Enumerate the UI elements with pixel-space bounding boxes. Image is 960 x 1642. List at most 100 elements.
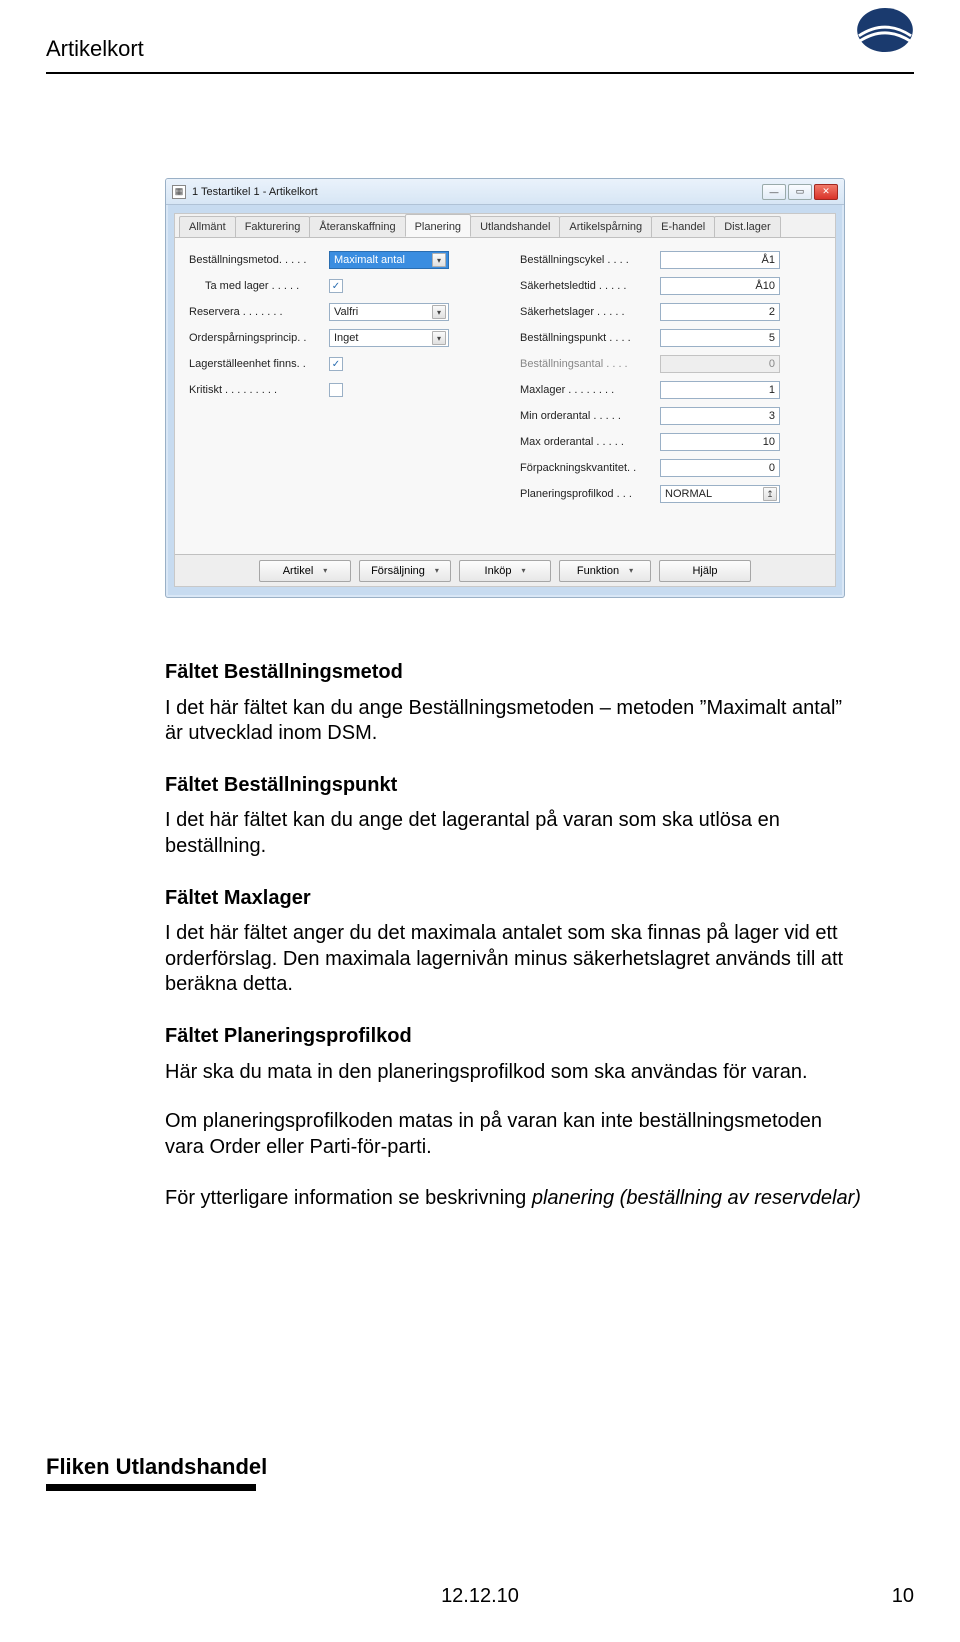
input-bestallningscykel[interactable]: Å1 <box>660 251 780 269</box>
para-more-info-em: planering (beställning av reservdelar) <box>532 1187 861 1209</box>
btn-label: Hjälp <box>692 565 717 577</box>
para-more-info: För ytterligare information se beskrivni… <box>165 1186 865 1212</box>
row-sakerhetsledtid: Säkerhetsledtid . . . . . Å10 <box>520 276 821 296</box>
row-max-orderantal: Max orderantal . . . . . 10 <box>520 432 821 452</box>
checkbox-kritiskt[interactable] <box>329 383 343 397</box>
input-max-orderantal[interactable]: 10 <box>660 433 780 451</box>
window-buttons: — ▭ ✕ <box>762 184 838 200</box>
chevron-down-icon: ▾ <box>323 566 327 575</box>
row-bestallningsmetod: Beställningsmetod. . . . . Maximalt anta… <box>189 250 490 270</box>
tab-distlager[interactable]: Dist.lager <box>714 216 780 237</box>
lookup-value: NORMAL <box>665 486 712 502</box>
checkbox-lagerstalleenhet[interactable]: ✓ <box>329 357 343 371</box>
company-logo <box>856 6 914 54</box>
combo-reservera[interactable]: Valfri ▾ <box>329 303 449 321</box>
label-maxlager: Maxlager . . . . . . . . <box>520 384 660 396</box>
chevron-down-icon: ▾ <box>435 566 439 575</box>
tab-ateranskaffning[interactable]: Återanskaffning <box>309 216 405 237</box>
row-kritiskt: Kritiskt . . . . . . . . . <box>189 380 490 400</box>
chevron-down-icon: ▾ <box>432 331 446 345</box>
heading-bestallningspunkt: Fältet Beställningspunkt <box>165 773 865 799</box>
label-min-orderantal: Min orderantal . . . . . <box>520 410 660 422</box>
maximize-button[interactable]: ▭ <box>788 184 812 200</box>
row-maxlager: Maxlager . . . . . . . . 1 <box>520 380 821 400</box>
row-planeringsprofilkod: Planeringsprofilkod . . . NORMAL ↥ <box>520 484 821 504</box>
btn-hjalp[interactable]: Hjälp <box>659 560 751 582</box>
input-sakerhetslager[interactable]: 2 <box>660 303 780 321</box>
para-more-info-a: För ytterligare information se beskrivni… <box>165 1187 532 1209</box>
minimize-button[interactable]: — <box>762 184 786 200</box>
tab-utlandshandel[interactable]: Utlandshandel <box>470 216 560 237</box>
btn-label: Inköp <box>485 565 512 577</box>
btn-inkop[interactable]: Inköp ▾ <box>459 560 551 582</box>
combo-ordersparningsprincip[interactable]: Inget ▾ <box>329 329 449 347</box>
label-lagerstalleenhet: Lagerställeenhet finns. . <box>189 358 329 370</box>
btn-forsaljning[interactable]: Försäljning▾ <box>359 560 451 582</box>
form-column-left: Beställningsmetod. . . . . Maximalt anta… <box>189 250 490 542</box>
tab-fakturering[interactable]: Fakturering <box>235 216 311 237</box>
heading-maxlager: Fältet Maxlager <box>165 886 865 912</box>
page-rule <box>46 72 914 74</box>
close-button[interactable]: ✕ <box>814 184 838 200</box>
footer-date: 12.12.10 <box>0 1585 960 1608</box>
btn-funktion[interactable]: Funktion ▾ <box>559 560 651 582</box>
label-bestallningsmetod: Beställningsmetod. . . . . <box>189 254 329 266</box>
row-min-orderantal: Min orderantal . . . . . 3 <box>520 406 821 426</box>
btn-artikel[interactable]: Artikel ▾ <box>259 560 351 582</box>
combo-value: Maximalt antal <box>334 254 405 266</box>
row-lagerstalleenhet: Lagerställeenhet finns. . ✓ <box>189 354 490 374</box>
para-bestallningsmetod: I det här fältet kan du ange Beställning… <box>165 696 865 747</box>
row-reservera: Reservera . . . . . . . Valfri ▾ <box>189 302 490 322</box>
para-planeringsprofilkod-2: Om planeringsprofilkoden matas in på var… <box>165 1109 865 1160</box>
input-maxlager[interactable]: 1 <box>660 381 780 399</box>
window-title: 1 Testartikel 1 - Artikelkort <box>192 186 762 198</box>
para-planeringsprofilkod-1: Här ska du mata in den planeringsprofilk… <box>165 1060 865 1086</box>
tab-artikelsparning[interactable]: Artikelspårning <box>559 216 652 237</box>
combo-bestallningsmetod[interactable]: Maximalt antal ▾ <box>329 251 449 269</box>
tab-allmant[interactable]: Allmänt <box>179 216 236 237</box>
row-forpackningskvant: Förpackningskvantitet. . 0 <box>520 458 821 478</box>
chevron-down-icon: ▾ <box>432 253 446 267</box>
label-sakerhetslager: Säkerhetslager . . . . . <box>520 306 660 318</box>
tab-planering[interactable]: Planering <box>405 214 471 237</box>
form-area: Beställningsmetod. . . . . Maximalt anta… <box>175 238 835 554</box>
label-forpackningskvant: Förpackningskvantitet. . <box>520 462 660 474</box>
heading-planeringsprofilkod: Fältet Planeringsprofilkod <box>165 1024 865 1050</box>
combo-value: Inget <box>334 332 358 344</box>
input-min-orderantal[interactable]: 3 <box>660 407 780 425</box>
chevron-down-icon: ▾ <box>521 566 525 575</box>
tab-ehandel[interactable]: E-handel <box>651 216 715 237</box>
btn-label: Funktion <box>577 565 619 577</box>
page-header: Artikelkort <box>46 36 914 74</box>
lookup-arrow-icon: ↥ <box>763 487 777 501</box>
para-maxlager: I det här fältet anger du det maximala a… <box>165 921 865 998</box>
combo-value: Valfri <box>334 306 358 318</box>
label-reservera: Reservera . . . . . . . <box>189 306 329 318</box>
chevron-down-icon: ▾ <box>629 566 633 575</box>
section-heading-utlandshandel: Fliken Utlandshandel <box>46 1454 267 1480</box>
footer-page-number: 10 <box>892 1585 914 1608</box>
heading-bestallningsmetod: Fältet Beställningsmetod <box>165 660 865 686</box>
bottom-toolbar: Artikel ▾ Försäljning▾ Inköp ▾ Funktion ▾ H… <box>175 554 835 586</box>
lookup-planeringsprofilkod[interactable]: NORMAL ↥ <box>660 485 780 503</box>
label-bestallningsantal: Beställningsantal . . . . <box>520 358 660 370</box>
window-titlebar: ▦ 1 Testartikel 1 - Artikelkort — ▭ ✕ <box>166 179 844 205</box>
input-bestallningsantal: 0 <box>660 355 780 373</box>
tab-strip: Allmänt Fakturering Återanskaffning Plan… <box>175 214 835 238</box>
input-bestallningspunkt[interactable]: 5 <box>660 329 780 347</box>
input-sakerhetsledtid[interactable]: Å10 <box>660 277 780 295</box>
row-ta-med-lager: Ta med lager . . . . . ✓ <box>189 276 490 296</box>
label-sakerhetsledtid: Säkerhetsledtid . . . . . <box>520 280 660 292</box>
row-ordersparningsprincip: Orderspårningsprincip. . Inget ▾ <box>189 328 490 348</box>
page-title: Artikelkort <box>46 36 914 62</box>
label-kritiskt: Kritiskt . . . . . . . . . <box>189 384 329 396</box>
checkbox-ta-med-lager[interactable]: ✓ <box>329 279 343 293</box>
btn-label: Artikel <box>283 565 314 577</box>
app-window: ▦ 1 Testartikel 1 - Artikelkort — ▭ ✕ Al… <box>165 178 845 598</box>
window-canvas: Allmänt Fakturering Återanskaffning Plan… <box>174 213 836 587</box>
row-bestallningsantal: Beställningsantal . . . . 0 <box>520 354 821 374</box>
label-planeringsprofilkod: Planeringsprofilkod . . . <box>520 488 660 500</box>
label-ta-med-lager: Ta med lager . . . . . <box>189 280 329 292</box>
label-ordersparningsprincip: Orderspårningsprincip. . <box>189 332 329 344</box>
input-forpackningskvant[interactable]: 0 <box>660 459 780 477</box>
